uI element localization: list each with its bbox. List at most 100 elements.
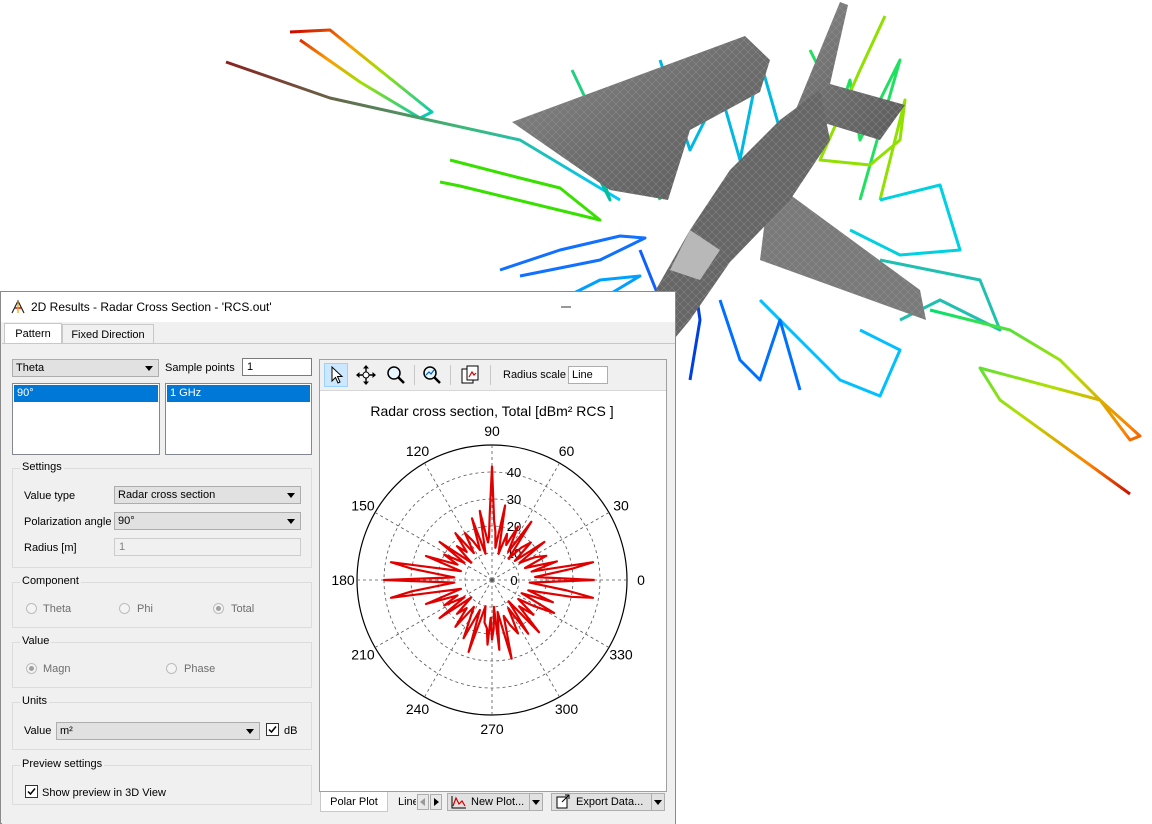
component-theta-radio[interactable] [26, 603, 37, 614]
angle-tick-label: 240 [406, 701, 430, 717]
value-type-label: Value type [24, 490, 76, 502]
scroll-right-icon[interactable] [430, 794, 442, 810]
variable-combo[interactable]: Theta [12, 359, 159, 377]
radius-scale-combo[interactable]: Line [568, 366, 608, 384]
zoom-fit-button[interactable] [420, 363, 444, 387]
value-phase-radio[interactable] [166, 663, 177, 674]
chevron-down-icon [287, 519, 295, 524]
angle-tick-label: 30 [613, 498, 629, 514]
polarization-angle-label: Polarization angle [24, 516, 112, 528]
show-preview-checkbox[interactable] [25, 785, 38, 798]
angle-tick-label: 150 [351, 498, 375, 514]
db-label: dB [284, 725, 298, 737]
variable-list[interactable]: 90° [12, 383, 160, 455]
angle-tick-label: 270 [480, 721, 504, 737]
frequency-list[interactable]: 1 GHz [165, 383, 312, 455]
component-total-radio[interactable] [213, 603, 224, 614]
polarization-angle-value: 90° [118, 515, 135, 527]
radial-tick-label: 30 [507, 492, 521, 507]
chevron-down-icon [529, 794, 542, 810]
list-item[interactable]: 1 GHz [167, 385, 310, 402]
radius-label: Radius [m] [24, 542, 77, 554]
tab-fixed-direction[interactable]: Fixed Direction [62, 324, 154, 344]
new-plot-icon [451, 796, 466, 809]
chart-title: Radar cross section, Total [dBm² RCS ] [370, 403, 613, 419]
list-item[interactable]: 90° [14, 385, 158, 402]
copy-image-button[interactable] [458, 363, 482, 387]
angle-tick-label: 60 [559, 443, 575, 459]
export-icon [556, 794, 570, 809]
angle-tick-label: 300 [555, 701, 579, 717]
toolbar-separator [450, 365, 451, 385]
angle-tick-label: 330 [609, 647, 633, 663]
pan-icon [356, 365, 376, 385]
zoom-icon [387, 366, 405, 384]
polar-grid-spoke [491, 579, 560, 698]
toolbar-separator [490, 365, 491, 385]
tab-line[interactable]: Line [392, 792, 416, 812]
polar-grid-spoke [424, 579, 493, 698]
bottom-bar: Polar Plot Line New Plot... Export Data.… [318, 792, 668, 814]
sample-points-label: Sample points [165, 362, 235, 374]
value-magn-radio[interactable] [26, 663, 37, 674]
chevron-down-icon [246, 729, 254, 734]
new-plot-label: New Plot... [471, 796, 525, 808]
export-data-label: Export Data... [576, 796, 644, 808]
scroll-left-icon[interactable] [417, 794, 429, 810]
toolbar-separator [414, 365, 415, 385]
zoom-button[interactable] [384, 363, 408, 387]
settings-group-title: Settings [20, 461, 64, 473]
checkmark-icon [268, 726, 277, 734]
radius-input[interactable]: 1 [114, 538, 301, 556]
plot-toolbar: Radius scale Line [320, 360, 666, 391]
angle-tick-label: 210 [351, 647, 375, 663]
units-group-title: Units [20, 695, 50, 707]
value-group-title: Value [20, 635, 52, 647]
variable-combo-value: Theta [16, 362, 45, 374]
angle-tick-label: 0 [637, 572, 645, 588]
radial-tick-label: 40 [507, 465, 521, 480]
pan-button[interactable] [354, 363, 378, 387]
chevron-down-icon [145, 366, 153, 371]
tab-polar-plot[interactable]: Polar Plot [320, 792, 388, 812]
rcs-series-line [382, 465, 595, 660]
preview-group: Preview settings [12, 758, 312, 805]
app-icon [11, 299, 25, 314]
angle-tick-label: 120 [406, 443, 430, 459]
component-total-label: Total [231, 603, 255, 615]
units-value-combo[interactable]: m² [56, 722, 260, 740]
polarization-angle-combo[interactable]: 90° [114, 512, 301, 530]
new-plot-button[interactable]: New Plot... [447, 793, 543, 811]
value-magn-label: Magn [43, 663, 71, 675]
polar-plot[interactable]: Radar cross section, Total [dBm² RCS ] 0… [320, 390, 666, 792]
component-phi-label: Phi [137, 603, 153, 615]
radius-value: 1 [119, 541, 126, 553]
zoom-fit-icon [423, 366, 441, 384]
radius-scale-value: Line [572, 369, 593, 381]
sample-points-input[interactable]: 1 [242, 358, 312, 376]
value-type-value: Radar cross section [118, 489, 216, 501]
sample-points-value: 1 [247, 361, 254, 373]
export-data-button[interactable]: Export Data... [551, 793, 665, 811]
polar-series [382, 465, 595, 660]
units-value-value: m² [60, 725, 73, 737]
minimize-icon[interactable] [557, 298, 575, 316]
angle-tick-label: 180 [331, 572, 355, 588]
copy-image-icon [461, 365, 479, 384]
title-bar: 2D Results - Radar Cross Section - 'RCS.… [1, 292, 675, 322]
units-value-label: Value [24, 725, 52, 737]
component-phi-radio[interactable] [119, 603, 130, 614]
db-checkbox[interactable] [266, 723, 279, 736]
tab-pattern[interactable]: Pattern [4, 323, 62, 344]
show-preview-label: Show preview in 3D View [42, 787, 166, 799]
value-phase-label: Phase [184, 663, 216, 675]
value-type-combo[interactable]: Radar cross section [114, 486, 301, 504]
checkmark-icon [27, 788, 36, 796]
polar-tick-labels: 0306090120150180210240270300330010203040 [331, 423, 645, 737]
angle-tick-label: 90 [484, 423, 500, 439]
radius-scale-label: Radius scale [503, 369, 566, 381]
preview-group-title: Preview settings [20, 758, 105, 770]
pointer-button[interactable] [324, 363, 348, 387]
component-theta-label: Theta [43, 603, 72, 615]
pointer-icon [331, 365, 344, 384]
